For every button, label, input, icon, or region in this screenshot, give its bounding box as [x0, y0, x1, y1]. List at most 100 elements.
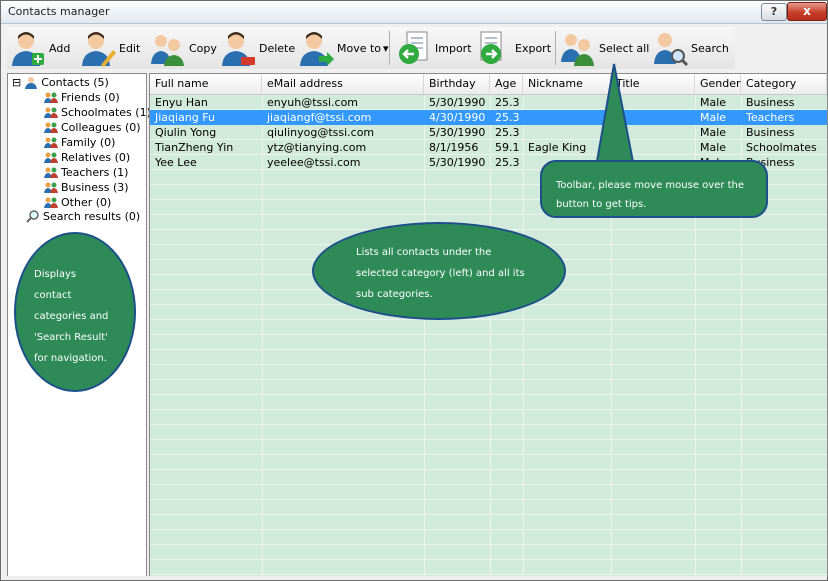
group-icon	[44, 182, 58, 193]
tree-root-contacts[interactable]: ⊟ Contacts (5)	[12, 76, 109, 89]
table-cell	[611, 95, 695, 110]
magnifier-icon	[26, 210, 39, 223]
delete-contact-icon	[222, 32, 255, 66]
move-to-button[interactable]: Move to ▾	[297, 27, 389, 69]
select-all-icon	[561, 34, 594, 66]
add-label: Add	[49, 41, 71, 55]
table-cell: TianZheng Yin	[155, 141, 234, 154]
copy-contact-icon	[151, 35, 184, 66]
table-cell	[523, 125, 611, 140]
window-title: Contacts manager	[8, 5, 110, 18]
tree-item-label: Business (3)	[61, 181, 129, 194]
table-cell: Business	[746, 96, 795, 109]
search-button[interactable]: Search	[651, 27, 729, 69]
toolbar: Add Edit Copy Delete Move to ▾ Import Ex…	[7, 27, 735, 69]
table-cell: Teachers	[746, 111, 795, 124]
nav-callout-line: contact	[34, 290, 72, 301]
search-label: Search	[691, 41, 729, 55]
edit-contact-icon	[82, 32, 116, 67]
help-button[interactable]: ?	[761, 3, 787, 21]
table-cell: 4/30/1990	[429, 111, 486, 124]
table-row[interactable]: Qiulin Yong qiulinyog@tssi.com 5/30/1990 25…	[150, 125, 827, 140]
tree-item-label: Friends (0)	[61, 91, 120, 104]
edit-label: Edit	[119, 41, 141, 55]
import-label: Import	[435, 41, 472, 55]
column-header[interactable]: eMail address	[262, 74, 424, 94]
tree-expander-icon[interactable]: ⊟	[12, 76, 21, 89]
toolbar-callout-line: Toolbar, please move mouse over the	[556, 180, 745, 191]
select-all-button[interactable]: Select all	[559, 27, 649, 69]
table-cell: 5/30/1990	[429, 156, 486, 169]
nav-callout-line: categories and	[34, 311, 109, 322]
table-cell: Jiaqiang Fu	[155, 111, 215, 124]
table-cell: Male	[700, 111, 727, 124]
column-header[interactable]: Birthday	[424, 74, 490, 94]
import-button[interactable]: Import	[395, 27, 472, 69]
tree-item[interactable]: Teachers (1)	[44, 166, 128, 179]
table-cell	[523, 110, 611, 125]
nav-callout-line: 'Search Result'	[34, 332, 108, 343]
delete-button[interactable]: Delete	[219, 27, 295, 69]
tree-item[interactable]: Friends (0)	[44, 91, 120, 104]
add-contact-icon	[12, 32, 44, 66]
tree-item-search-results[interactable]: Search results (0)	[26, 210, 140, 223]
table-row[interactable]: Jiaqiang Fu jiaqiangf@tssi.com 4/30/1990 25…	[150, 110, 827, 125]
tree-item[interactable]: Colleagues (0)	[44, 121, 141, 134]
list-callout-line: selected category (left) and all its	[356, 268, 525, 279]
table-row[interactable]: TianZheng Yin ytz@tianying.com 8/1/1956 59.…	[150, 140, 827, 155]
column-header[interactable]: Title	[611, 74, 695, 94]
move-to-label: Move to	[337, 41, 382, 55]
table-cell	[611, 140, 695, 155]
add-button[interactable]: Add	[9, 27, 70, 69]
table-cell: 25.3	[495, 111, 520, 124]
toolbar-callout: Toolbar, please move mouse over the butt…	[540, 160, 768, 218]
toolbar-callout-line: button to get tips.	[556, 199, 647, 210]
table-cell: 8/1/1956	[429, 141, 479, 154]
table-cell: Yee Lee	[155, 156, 197, 169]
title-bar: Contacts manager ? x	[1, 1, 827, 24]
tree-item[interactable]: Family (0)	[44, 136, 115, 149]
column-header[interactable]: Gender	[695, 74, 741, 94]
column-header[interactable]: Full name	[150, 74, 262, 94]
table-cell: Business	[746, 126, 795, 139]
import-icon	[399, 31, 428, 64]
toolbar-separator	[389, 31, 390, 65]
column-header[interactable]: Nickname	[523, 74, 611, 94]
list-callout-line: sub categories.	[356, 289, 433, 300]
table-header: Full name eMail address Birthday Age Nicknam…	[150, 74, 827, 95]
tree-item[interactable]: Relatives (0)	[44, 151, 130, 164]
list-callout: Lists all contacts under the selected ca…	[312, 222, 566, 320]
tree-item-label: Relatives (0)	[61, 151, 131, 164]
tree-item-label: Colleagues (0)	[61, 121, 141, 134]
nav-callout: Displays contact categories and 'Search …	[14, 232, 136, 392]
tree-search-label: Search results (0)	[43, 210, 141, 223]
table-row[interactable]: Enyu Han enyuh@tssi.com 5/30/1990 25.3 Male B…	[150, 95, 827, 110]
tree-item-label: Family (0)	[61, 136, 116, 149]
export-label: Export	[515, 41, 552, 55]
table-cell: Enyu Han	[155, 96, 208, 109]
tree-item[interactable]: Business (3)	[44, 181, 129, 194]
move-contact-icon	[300, 32, 334, 66]
copy-button[interactable]: Copy	[149, 27, 217, 69]
column-header[interactable]: Category	[741, 74, 827, 94]
table-cell: Male	[700, 141, 727, 154]
tree-item-label: Other (0)	[61, 196, 112, 209]
table-cell: qiulinyog@tssi.com	[267, 126, 375, 139]
close-button[interactable]: x	[787, 2, 827, 21]
table-cell: Male	[700, 96, 727, 109]
nav-callout-line: Displays	[34, 269, 77, 280]
table-cell: 25.3	[495, 156, 520, 169]
group-icon	[44, 122, 58, 133]
table-cell: jiaqiangf@tssi.com	[267, 111, 372, 124]
group-icon	[44, 137, 58, 148]
tree-item[interactable]: Schoolmates (1)	[44, 106, 151, 119]
table-cell	[611, 110, 695, 125]
column-header[interactable]: Age	[490, 74, 523, 94]
table-cell: yeelee@tssi.com	[267, 156, 361, 169]
table-cell	[523, 95, 611, 110]
table-cell: 25.3	[495, 126, 520, 139]
tree-item[interactable]: Other (0)	[44, 196, 111, 209]
edit-button[interactable]: Edit	[79, 27, 140, 69]
table-cell: 25.3	[495, 96, 520, 109]
export-button[interactable]: Export	[475, 27, 551, 69]
